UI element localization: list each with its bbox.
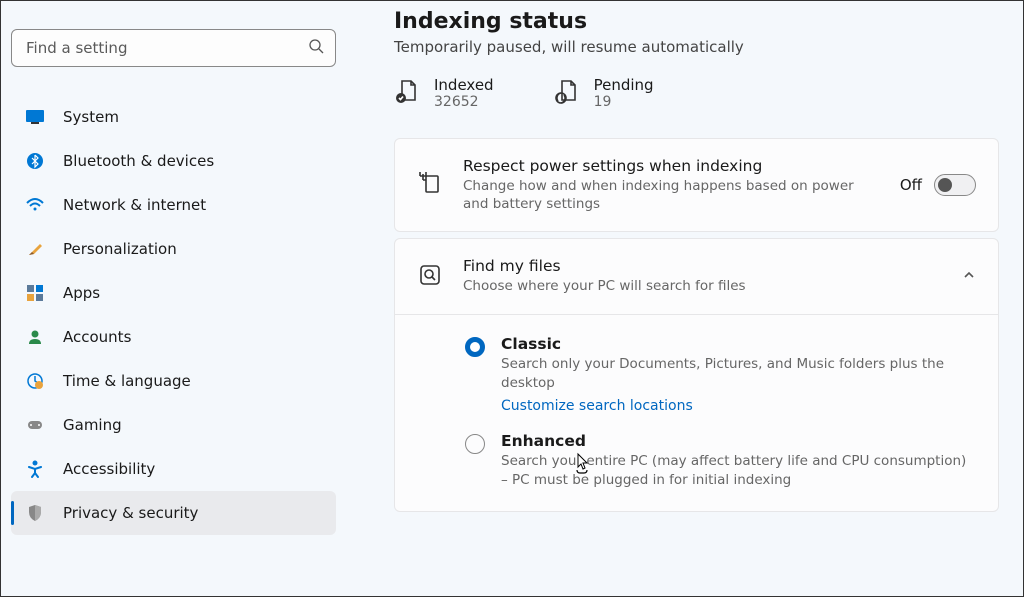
stat-indexed: Indexed 32652 [394,76,494,110]
power-settings-card: Respect power settings when indexing Cha… [394,138,999,232]
stat-value: 19 [594,94,654,110]
sidebar-item-label: System [63,108,119,126]
index-stats: Indexed 32652 Pending 19 [394,76,999,110]
sidebar-item-label: Personalization [63,240,177,258]
sidebar: System Bluetooth & devices Network & int… [1,1,346,596]
page-title: Indexing status [394,9,999,34]
option-enhanced[interactable]: Enhanced Search your entire PC (may affe… [465,432,976,491]
card-title: Respect power settings when indexing [463,157,880,175]
search-input[interactable] [11,29,336,67]
page-subtitle: Temporarily paused, will resume automati… [394,38,999,56]
stat-label: Pending [594,76,654,94]
nav-list: System Bluetooth & devices Network & int… [11,95,336,535]
option-title: Enhanced [501,432,976,450]
gamepad-icon [25,415,45,435]
option-desc: Search only your Documents, Pictures, an… [501,355,976,394]
sidebar-item-label: Network & internet [63,196,206,214]
search-field-wrap [11,29,336,67]
wifi-icon [25,195,45,215]
stat-label: Indexed [434,76,494,94]
sidebar-item-label: Gaming [63,416,122,434]
customize-search-locations-link[interactable]: Customize search locations [501,398,693,414]
radio-enhanced[interactable] [465,434,485,454]
sidebar-item-label: Time & language [63,372,191,390]
chevron-up-icon[interactable] [962,267,976,286]
brush-icon [25,239,45,259]
toggle-label: Off [900,176,922,194]
find-options: Classic Search only your Documents, Pict… [395,314,998,511]
sidebar-item-accounts[interactable]: Accounts [11,315,336,359]
stat-pending: Pending 19 [554,76,654,110]
sidebar-item-bluetooth[interactable]: Bluetooth & devices [11,139,336,183]
sidebar-item-gaming[interactable]: Gaming [11,403,336,447]
bluetooth-icon [25,151,45,171]
sidebar-item-label: Accessibility [63,460,155,478]
sidebar-item-system[interactable]: System [11,95,336,139]
sidebar-item-label: Apps [63,284,100,302]
main-content: Indexing status Temporarily paused, will… [346,1,1023,596]
sidebar-item-label: Accounts [63,328,131,346]
shield-icon [25,503,45,523]
globe-clock-icon [25,371,45,391]
card-desc: Choose where your PC will search for fil… [463,277,942,295]
radio-classic[interactable] [465,337,485,357]
indexed-icon [394,78,420,108]
card-desc: Change how and when indexing happens bas… [463,177,880,213]
stat-value: 32652 [434,94,494,110]
option-title: Classic [501,335,976,353]
person-icon [25,327,45,347]
sidebar-item-label: Privacy & security [63,504,198,522]
power-toggle[interactable] [934,174,976,196]
sidebar-item-privacy-security[interactable]: Privacy & security [11,491,336,535]
find-my-files-card: Find my files Choose where your PC will … [394,238,999,511]
system-icon [25,107,45,127]
sidebar-item-personalization[interactable]: Personalization [11,227,336,271]
card-title: Find my files [463,257,942,275]
sidebar-item-label: Bluetooth & devices [63,152,214,170]
accessibility-icon [25,459,45,479]
apps-icon [25,283,45,303]
pending-icon [554,78,580,108]
sidebar-item-network[interactable]: Network & internet [11,183,336,227]
plug-icon [417,170,443,200]
search-file-icon [417,262,443,292]
sidebar-item-time-language[interactable]: Time & language [11,359,336,403]
search-icon [308,38,324,58]
sidebar-item-apps[interactable]: Apps [11,271,336,315]
option-classic[interactable]: Classic Search only your Documents, Pict… [465,335,976,414]
option-desc: Search your entire PC (may affect batter… [501,452,976,491]
find-my-files-header[interactable]: Find my files Choose where your PC will … [395,239,998,313]
sidebar-item-accessibility[interactable]: Accessibility [11,447,336,491]
